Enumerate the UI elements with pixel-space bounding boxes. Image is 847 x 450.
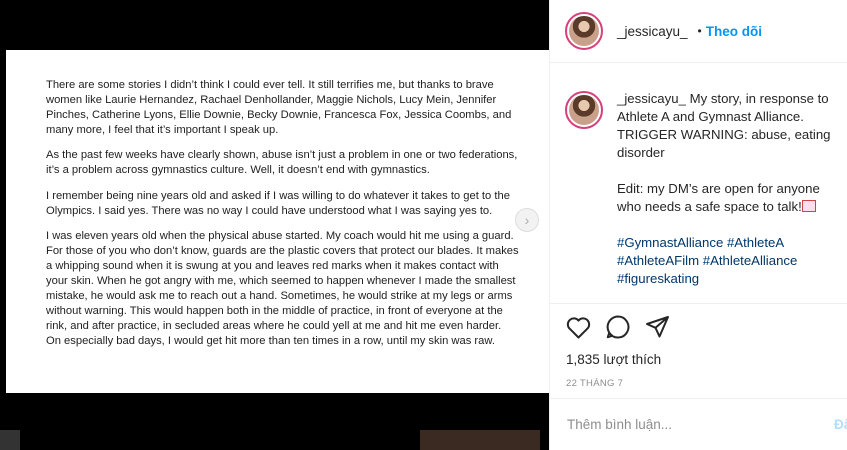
hashtag-link[interactable]: #AthleteAFilm bbox=[617, 253, 699, 268]
separator-dot: • bbox=[697, 24, 702, 38]
hashtag-link[interactable]: #AthleteA bbox=[727, 235, 783, 250]
caption-text: _jessicayu_ My story, in response to Ath… bbox=[617, 90, 836, 303]
hashtag-link[interactable]: #GymnastAlliance bbox=[617, 235, 723, 250]
hashtag-link[interactable]: #figureskating bbox=[617, 271, 699, 286]
like-count[interactable]: 1,835 lượt thích bbox=[566, 352, 847, 367]
comment-icon[interactable] bbox=[605, 314, 631, 340]
hashtag-link[interactable]: #AthleteAlliance bbox=[703, 253, 798, 268]
post-header: _jessicayu_ • Theo dõi bbox=[550, 0, 847, 63]
avatar-image bbox=[569, 95, 599, 125]
comment-input[interactable] bbox=[567, 417, 807, 432]
post-actions: 1,835 lượt thích 22 THÁNG 7 bbox=[550, 303, 847, 398]
chevron-right-icon: › bbox=[524, 212, 530, 228]
post-comment-button[interactable]: Đăng bbox=[834, 417, 847, 432]
post-date[interactable]: 22 THÁNG 7 bbox=[566, 378, 847, 389]
modal-backdrop bbox=[0, 393, 549, 450]
envelope-icon bbox=[801, 200, 816, 212]
share-icon[interactable] bbox=[645, 315, 670, 339]
next-slide-button[interactable]: › bbox=[515, 208, 539, 232]
post-image-document: There are some stories I didn’t think I … bbox=[6, 50, 549, 393]
caption-username[interactable]: _jessicayu_ bbox=[617, 91, 686, 106]
caption-avatar[interactable] bbox=[565, 91, 603, 129]
doc-paragraph-1: There are some stories I didn’t think I … bbox=[46, 79, 512, 137]
header-username[interactable]: _jessicayu_ bbox=[617, 24, 688, 39]
avatar[interactable] bbox=[565, 12, 603, 50]
backdrop-patch bbox=[0, 430, 20, 450]
doc-paragraph-4: I was eleven years old when the physical… bbox=[46, 229, 519, 348]
doc-paragraph-3: I remember being nine years old and aske… bbox=[46, 189, 510, 217]
doc-paragraph-2: As the past few weeks have clearly shown… bbox=[46, 149, 518, 177]
comment-bar: Đăng bbox=[550, 398, 847, 450]
post-media: There are some stories I didn’t think I … bbox=[0, 0, 549, 450]
avatar-image bbox=[569, 16, 599, 46]
action-icons bbox=[566, 312, 847, 342]
post-caption: _jessicayu_ My story, in response to Ath… bbox=[550, 63, 847, 303]
hashtags: #GymnastAlliance #AthleteA #AthleteAFilm… bbox=[617, 234, 836, 288]
instagram-post-modal: There are some stories I didn’t think I … bbox=[0, 0, 847, 450]
caption-edit: Edit: my DM’s are open for anyone who ne… bbox=[617, 180, 836, 216]
backdrop-patch bbox=[420, 430, 540, 450]
caption-edit-text: Edit: my DM’s are open for anyone who ne… bbox=[617, 181, 820, 214]
follow-button[interactable]: Theo dõi bbox=[706, 24, 762, 39]
post-side-panel: _jessicayu_ • Theo dõi _jessicayu_ My st… bbox=[549, 0, 847, 450]
heart-icon[interactable] bbox=[566, 316, 591, 339]
